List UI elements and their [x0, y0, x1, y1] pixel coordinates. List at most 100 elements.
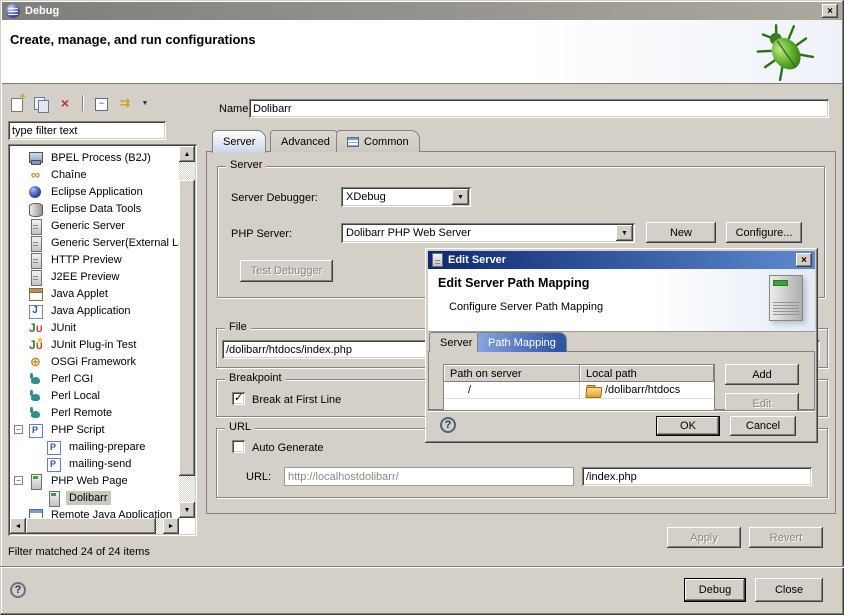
banner-title: Create, manage, and run configurations: [10, 32, 256, 47]
cancel-button[interactable]: Cancel: [730, 416, 796, 436]
tree-item-generic-server[interactable]: Generic Server: [10, 217, 128, 234]
junit-icon: [28, 321, 43, 335]
dialog-close-icon[interactable]: ×: [796, 253, 812, 267]
php-server-select[interactable]: Dolibarr PHP Web Server ▼: [341, 223, 635, 243]
tree-horizontal-scrollbar[interactable]: ◄ ►: [10, 518, 179, 534]
table-row[interactable]: / /dolibarr/htdocs: [444, 382, 714, 399]
dialog-tab-path-mapping[interactable]: Path Mapping: [477, 332, 567, 352]
auto-generate-checkbox[interactable]: [232, 440, 245, 453]
scroll-left-icon[interactable]: ◄: [10, 518, 26, 534]
tree-item-junit-plugin-test[interactable]: JUnit Plug-in Test: [10, 336, 139, 353]
delete-configuration-icon[interactable]: ×: [56, 95, 74, 112]
tree-item-java-application[interactable]: Java Application: [10, 302, 134, 319]
tree-item-eclipse-data-tools[interactable]: Eclipse Data Tools: [10, 200, 144, 217]
dialog-help-icon[interactable]: ?: [440, 417, 456, 433]
horizontal-scroll-thumb[interactable]: [26, 518, 156, 534]
url-base-input: [284, 467, 574, 486]
filter-input[interactable]: [8, 121, 166, 140]
debug-configurations-window: Debug × Create, manage, and run configur…: [0, 0, 844, 615]
window-close-icon[interactable]: ×: [822, 4, 838, 18]
tree-item-chaine[interactable]: ∞Chaîne: [10, 166, 89, 183]
scroll-down-icon[interactable]: ▼: [179, 502, 195, 518]
window-titlebar: Debug ×: [2, 2, 842, 20]
apply-button[interactable]: Apply: [667, 527, 741, 548]
tab-server[interactable]: Server: [212, 130, 266, 153]
dialog-button-bar: ? OK Cancel: [428, 410, 815, 440]
path-mapping-table[interactable]: Path on server Local path / /dolibarr/ht…: [443, 364, 715, 412]
ok-button[interactable]: OK: [656, 416, 720, 436]
configure-server-button[interactable]: Configure...: [726, 222, 802, 243]
collapse-all-icon[interactable]: [92, 95, 110, 112]
url-label: URL:: [246, 471, 271, 483]
tree-item-php-web-page[interactable]: −PHP Web Page: [10, 472, 131, 489]
junit-plugin-icon: [28, 338, 43, 352]
tree-item-perl-remote[interactable]: Perl Remote: [10, 404, 115, 421]
footer-separator: [0, 566, 844, 568]
breakpoint-group-title: Breakpoint: [225, 372, 286, 384]
tree-item-osgi-framework[interactable]: ⊕OSGi Framework: [10, 353, 139, 370]
url-group-title: URL: [225, 421, 255, 433]
php-web-page-icon: [28, 474, 43, 488]
tree-item-http-preview[interactable]: HTTP Preview: [10, 251, 125, 268]
tree-item-php-script[interactable]: −PHP Script: [10, 421, 108, 438]
tree-item-junit[interactable]: JUnit: [10, 319, 79, 336]
tree-item-mailing-prepare[interactable]: mailing-prepare: [10, 438, 148, 455]
filter-menu-dropdown-icon[interactable]: ▼: [140, 95, 150, 112]
perl-icon: [28, 406, 43, 420]
tree-item-dolibarr[interactable]: Dolibarr: [10, 489, 111, 506]
chevron-down-icon[interactable]: ▼: [616, 225, 633, 241]
php-server-label: PHP Server:: [231, 228, 292, 240]
chevron-down-icon[interactable]: ▼: [452, 189, 469, 205]
tab-common[interactable]: Common: [336, 130, 420, 152]
table-icon: [347, 137, 359, 147]
column-local-path[interactable]: Local path: [580, 365, 714, 382]
server-debugger-select[interactable]: XDebug ▼: [341, 187, 471, 207]
dialog-subheading: Configure Server Path Mapping: [449, 301, 603, 313]
server-debugger-label: Server Debugger:: [231, 192, 318, 204]
dialog-tab-server[interactable]: Server: [429, 332, 483, 352]
help-icon[interactable]: ?: [10, 582, 26, 598]
break-first-line-checkbox[interactable]: [232, 392, 245, 405]
scroll-right-icon[interactable]: ►: [163, 518, 179, 534]
dialog-heading: Edit Server Path Mapping: [438, 276, 589, 290]
url-path-input[interactable]: [582, 467, 812, 486]
php-script-icon: [28, 423, 43, 437]
revert-button[interactable]: Revert: [749, 527, 823, 548]
debug-button[interactable]: Debug: [684, 578, 746, 602]
server-group-title: Server: [226, 159, 266, 171]
perl-icon: [28, 389, 43, 403]
collapse-expander-icon[interactable]: −: [14, 476, 23, 485]
eclipse-application-icon: [28, 185, 43, 199]
configurations-toolbar: × ⇉ ▼: [8, 92, 150, 114]
test-debugger-button[interactable]: Test Debugger: [240, 260, 333, 282]
header-banner: Create, manage, and run configurations: [2, 20, 842, 84]
name-input[interactable]: [249, 99, 829, 118]
scroll-up-icon[interactable]: ▲: [179, 146, 195, 162]
new-configuration-icon[interactable]: [8, 95, 26, 112]
name-label: Name:: [219, 103, 251, 115]
tree-item-bpel-process[interactable]: BPEL Process (B2J): [10, 149, 154, 166]
auto-generate-label: Auto Generate: [252, 442, 324, 454]
collapse-expander-icon[interactable]: −: [14, 425, 23, 434]
new-server-button[interactable]: New: [646, 222, 716, 243]
tree-item-java-applet[interactable]: Java Applet: [10, 285, 111, 302]
tab-advanced[interactable]: Advanced: [270, 130, 341, 152]
filter-configurations-icon[interactable]: ⇉: [116, 95, 134, 112]
database-icon: [28, 202, 43, 216]
tree-item-j2ee-preview[interactable]: J2EE Preview: [10, 268, 122, 285]
chain-icon: ∞: [28, 168, 43, 182]
close-button[interactable]: Close: [755, 578, 823, 602]
server-icon: [432, 253, 443, 267]
tree-item-mailing-send[interactable]: mailing-send: [10, 455, 134, 472]
vertical-scroll-thumb[interactable]: [179, 180, 195, 476]
dialog-titlebar: Edit Server ×: [428, 251, 815, 269]
tree-item-eclipse-application[interactable]: Eclipse Application: [10, 183, 146, 200]
tree-item-perl-local[interactable]: Perl Local: [10, 387, 103, 404]
add-mapping-button[interactable]: Add: [725, 364, 799, 385]
tree-item-generic-server-external[interactable]: Generic Server(External La: [10, 234, 187, 251]
server-icon: [28, 219, 43, 233]
column-path-on-server[interactable]: Path on server: [444, 365, 580, 382]
tree-vertical-scrollbar[interactable]: ▲ ▼: [179, 146, 195, 518]
tree-item-perl-cgi[interactable]: Perl CGI: [10, 370, 96, 387]
duplicate-configuration-icon[interactable]: [32, 95, 50, 112]
